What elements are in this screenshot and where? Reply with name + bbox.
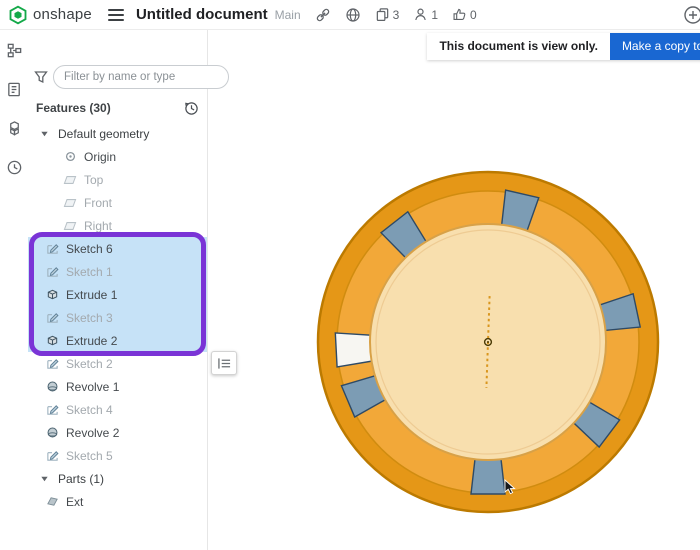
globe-icon[interactable]: [345, 7, 361, 23]
copies-icon[interactable]: 3: [375, 7, 400, 22]
tree-item-default-geometry[interactable]: Default geometry: [28, 122, 207, 145]
onshape-app: onshape Untitled document Main 3 1 0 Thi…: [0, 0, 700, 550]
view-only-banner: This document is view only. Make a copy …: [427, 33, 700, 60]
tree-item-label: Sketch 3: [66, 310, 113, 325]
filter-input[interactable]: [53, 65, 229, 89]
tree-item-sketch-3[interactable]: Sketch 3: [28, 306, 207, 329]
tree-item-label: Sketch 1: [66, 264, 113, 279]
sketch-icon: [44, 265, 60, 278]
tree-item-sketch-5[interactable]: Sketch 5: [28, 444, 207, 467]
features-label: Features (30): [36, 101, 111, 115]
revolve-icon: [44, 426, 60, 439]
plane-icon: [62, 220, 78, 232]
view-only-message: This document is view only.: [427, 33, 610, 60]
origin-icon: [62, 150, 78, 163]
feature-tree: Default geometry Origin Top Front Right Sketc…: [28, 122, 207, 513]
tree-item-sketch-1[interactable]: Sketch 1: [28, 260, 207, 283]
extrude-icon: [44, 288, 60, 301]
plane-icon: [62, 197, 78, 209]
tree-item-revolve-2[interactable]: Revolve 2: [28, 421, 207, 444]
ring-notch-unfilled[interactable]: [334, 331, 373, 368]
tree-item-right[interactable]: Right: [28, 214, 207, 237]
copies-count: 3: [392, 7, 400, 22]
sketch-icon: [44, 403, 60, 416]
tree-item-extrude-1[interactable]: Extrude 1: [28, 283, 207, 306]
model-canvas[interactable]: [208, 30, 700, 550]
revolve-icon: [44, 380, 60, 393]
document-title[interactable]: Untitled document: [136, 6, 268, 23]
workspace-name[interactable]: Main: [275, 8, 301, 22]
filter-icon[interactable]: [34, 70, 48, 84]
feature-tree-icon[interactable]: [6, 42, 23, 59]
sketch-icon: [44, 242, 60, 255]
left-toolbar: [0, 30, 28, 550]
tree-item-parts-1[interactable]: Parts (1): [28, 467, 207, 490]
assembly-icon[interactable]: [6, 120, 23, 137]
thumbs-up-icon[interactable]: 0: [452, 7, 477, 22]
tree-item-label: Right: [84, 218, 113, 233]
account-icon[interactable]: [676, 4, 700, 26]
sketch-icon: [44, 311, 60, 324]
tree-item-sketch-2[interactable]: Sketch 2: [28, 352, 207, 375]
feature-panel: Features (30) Default geometry Origin Top F…: [28, 30, 229, 550]
tree-item-origin[interactable]: Origin: [28, 145, 207, 168]
tree-item-label: Top: [84, 172, 104, 187]
tree-item-label: Origin: [84, 149, 117, 164]
chevron-icon[interactable]: [36, 129, 52, 138]
filter-row: [34, 64, 229, 90]
sketch-icon: [44, 357, 60, 370]
part-view[interactable]: [208, 30, 700, 550]
tree-item-label: Revolve 1: [66, 379, 120, 394]
make-a-copy-button[interactable]: Make a copy to edit: [609, 33, 700, 60]
origin-dot: [487, 341, 489, 343]
tree-item-front[interactable]: Front: [28, 191, 207, 214]
history-icon[interactable]: [6, 159, 23, 176]
tree-item-revolve-1[interactable]: Revolve 1: [28, 375, 207, 398]
tree-item-label: Sketch 6: [66, 241, 113, 256]
tree-item-label: Revolve 2: [66, 425, 120, 440]
tree-item-label: Sketch 2: [66, 356, 113, 371]
link-icon[interactable]: [315, 7, 331, 23]
rollback-clock-icon[interactable]: [184, 101, 199, 116]
tree-item-sketch-6[interactable]: Sketch 6: [28, 237, 207, 260]
features-header: Features (30): [36, 98, 199, 118]
tree-item-label: Extrude 2: [66, 333, 118, 348]
tree-item-label: Default geometry: [58, 126, 150, 141]
extrude-icon: [44, 334, 60, 347]
tree-item-label: Sketch 4: [66, 402, 113, 417]
chevron-icon[interactable]: [36, 474, 52, 483]
drawing-icon[interactable]: [6, 81, 23, 98]
ring-notch[interactable]: [470, 458, 506, 495]
part-icon: [44, 495, 60, 508]
top-bar: onshape Untitled document Main 3 1 0: [0, 0, 700, 30]
likes-count: 0: [470, 7, 477, 22]
tree-item-ext[interactable]: Ext: [28, 490, 207, 513]
tree-item-sketch-4[interactable]: Sketch 4: [28, 398, 207, 421]
tree-item-label: Extrude 1: [66, 287, 118, 302]
tree-item-label: Sketch 5: [66, 448, 113, 463]
tree-item-label: Parts (1): [58, 471, 105, 486]
menu-icon[interactable]: [107, 8, 124, 21]
selection-list-button[interactable]: [211, 351, 237, 375]
plane-icon: [62, 174, 78, 186]
followers-icon[interactable]: 1: [413, 7, 438, 22]
followers-count: 1: [431, 7, 439, 22]
tree-item-top[interactable]: Top: [28, 168, 207, 191]
onshape-logo-icon[interactable]: [8, 5, 28, 25]
tree-item-label: Front: [84, 195, 113, 210]
brand-name: onshape: [33, 6, 92, 23]
tree-item-extrude-2[interactable]: Extrude 2: [28, 329, 207, 352]
sketch-icon: [44, 449, 60, 462]
tree-item-label: Ext: [66, 494, 84, 509]
